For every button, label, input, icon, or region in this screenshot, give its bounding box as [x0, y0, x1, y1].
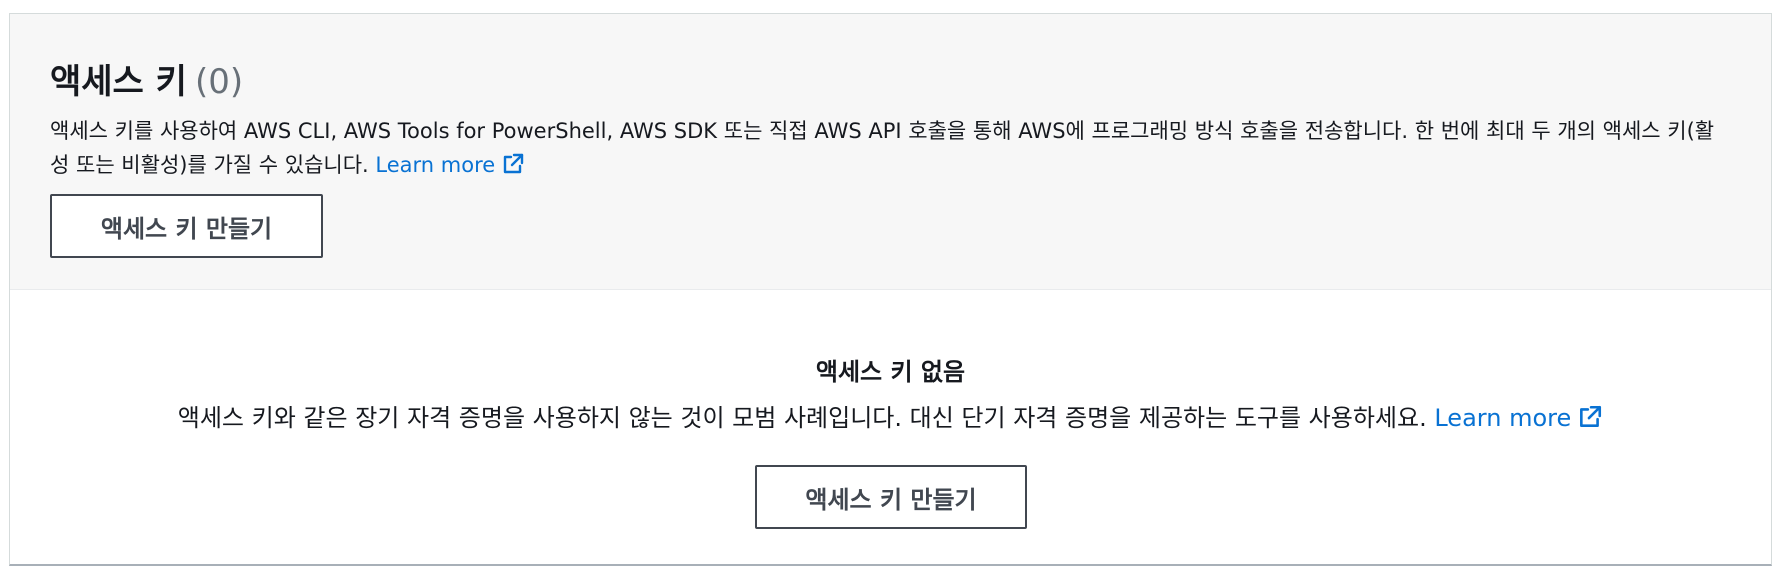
header-learn-more-label: Learn more — [375, 153, 496, 177]
create-access-key-button[interactable]: 액세스 키 만들기 — [50, 194, 323, 258]
empty-state-create-access-key-button[interactable]: 액세스 키 만들기 — [755, 465, 1027, 529]
external-link-icon — [1577, 404, 1603, 436]
header-learn-more-link[interactable]: Learn more — [375, 153, 525, 177]
header-description: 액세스 키를 사용하여 AWS CLI, AWS Tools for Power… — [50, 114, 1730, 186]
empty-state-learn-more-label: Learn more — [1434, 404, 1572, 432]
panel-header: 액세스 키 (0) 액세스 키를 사용하여 AWS CLI, AWS Tools … — [10, 14, 1771, 290]
title-row: 액세스 키 (0) — [50, 54, 243, 103]
header-description-text: 액세스 키를 사용하여 AWS CLI, AWS Tools for Power… — [50, 119, 1715, 177]
access-keys-panel: 액세스 키 (0) 액세스 키를 사용하여 AWS CLI, AWS Tools … — [9, 13, 1772, 566]
external-link-icon — [501, 152, 525, 186]
page-title: 액세스 키 — [50, 62, 187, 102]
access-key-count: (0) — [194, 62, 244, 102]
empty-state-learn-more-link[interactable]: Learn more — [1434, 404, 1603, 432]
empty-state-description-text: 액세스 키와 같은 장기 자격 증명을 사용하지 않는 것이 모범 사례입니다.… — [177, 404, 1427, 432]
empty-state-title: 액세스 키 없음 — [815, 358, 966, 386]
empty-state-description: 액세스 키와 같은 장기 자격 증명을 사용하지 않는 것이 모범 사례입니다.… — [10, 398, 1771, 436]
empty-state: 액세스 키 없음 액세스 키와 같은 장기 자격 증명을 사용하지 않는 것이 … — [10, 290, 1771, 564]
